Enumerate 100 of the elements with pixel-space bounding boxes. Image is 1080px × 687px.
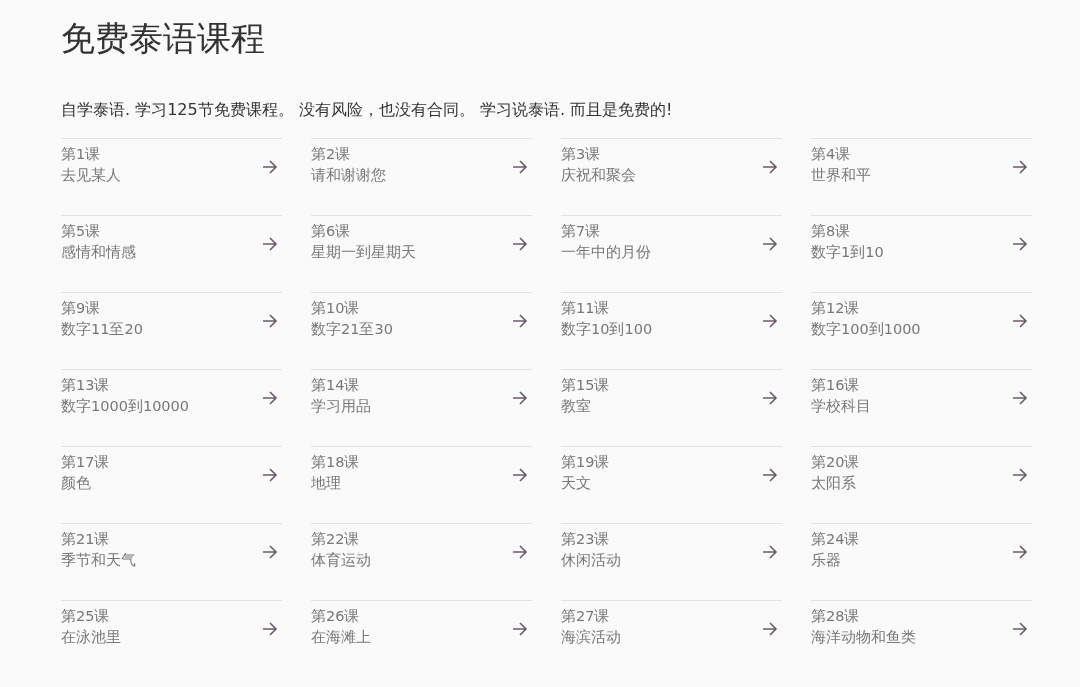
arrow-right-icon [512, 391, 528, 405]
lesson-topic: 庆祝和聚会 [561, 166, 636, 185]
lesson-link[interactable]: 第5课 感情和情感 [61, 215, 282, 292]
lesson-topic: 在海滩上 [311, 628, 371, 647]
lesson-link[interactable]: 第9课 数字11至20 [61, 292, 282, 369]
lesson-number: 第18课 [311, 453, 360, 472]
arrow-right-icon [762, 468, 778, 482]
lesson-link[interactable]: 第3课 庆祝和聚会 [561, 138, 782, 215]
lesson-link[interactable]: 第16课 学校科目 [811, 369, 1032, 446]
lesson-link[interactable]: 第20课 太阳系 [811, 446, 1032, 523]
lesson-number: 第14课 [311, 376, 361, 395]
lesson-link[interactable]: 第1课 去见某人 [61, 138, 282, 215]
lesson-topic: 海滨活动 [561, 628, 621, 647]
lesson-link[interactable]: 第2课 请和谢谢您 [311, 138, 532, 215]
lesson-topic: 学习用品 [311, 397, 371, 416]
lesson-topic: 体育运动 [311, 551, 371, 570]
lesson-link[interactable]: 第18课 地理 [311, 446, 532, 523]
arrow-right-icon [512, 622, 528, 636]
lesson-link[interactable]: 第11课 数字10到100 [561, 292, 782, 369]
arrow-right-icon [762, 622, 778, 636]
lesson-link[interactable]: 第25课 在泳池里 [61, 600, 282, 677]
lesson-number: 第21课 [61, 530, 111, 549]
arrow-right-icon [1012, 314, 1028, 328]
arrow-right-icon [1012, 468, 1028, 482]
lesson-topic: 数字11至20 [61, 320, 143, 339]
lesson-link[interactable]: 第19课 天文 [561, 446, 782, 523]
arrow-right-icon [512, 160, 528, 174]
arrow-right-icon [762, 391, 778, 405]
lesson-number: 第15课 [561, 376, 610, 395]
lesson-link[interactable]: 第21课 季节和天气 [61, 523, 282, 600]
lesson-number: 第20课 [811, 453, 860, 472]
lesson-number: 第25课 [61, 607, 111, 626]
lesson-link[interactable]: 第28课 海洋动物和鱼类 [811, 600, 1032, 677]
lesson-number: 第8课 [811, 222, 852, 241]
lesson-number: 第9课 [61, 299, 102, 318]
lesson-link[interactable]: 第7课 一年中的月份 [561, 215, 782, 292]
lesson-link[interactable]: 第27课 海滨活动 [561, 600, 782, 677]
lesson-link[interactable]: 第4课 世界和平 [811, 138, 1032, 215]
lesson-topic: 数字1到10 [811, 243, 884, 262]
lesson-link[interactable]: 第6课 星期一到星期天 [311, 215, 532, 292]
lesson-number: 第7课 [561, 222, 602, 241]
lesson-link[interactable]: 第17课 颜色 [61, 446, 282, 523]
lesson-topic: 学校科目 [811, 397, 871, 416]
lesson-number: 第1课 [61, 145, 102, 164]
page-title: 免费泰语课程 [61, 17, 266, 60]
lesson-number: 第13课 [61, 376, 111, 395]
arrow-right-icon [1012, 391, 1028, 405]
lesson-topic: 数字10到100 [561, 320, 653, 339]
lesson-number: 第5课 [61, 222, 102, 241]
lesson-topic: 太阳系 [811, 474, 857, 493]
lesson-link[interactable]: 第12课 数字100到1000 [811, 292, 1032, 369]
lesson-number: 第3课 [561, 145, 602, 164]
arrow-right-icon [262, 314, 278, 328]
arrow-right-icon [262, 237, 278, 251]
arrow-right-icon [262, 391, 278, 405]
lesson-number: 第28课 [811, 607, 861, 626]
lesson-topic: 感情和情感 [61, 243, 136, 262]
arrow-right-icon [262, 468, 278, 482]
lesson-link[interactable]: 第23课 休闲活动 [561, 523, 782, 600]
lesson-number: 第11课 [561, 299, 611, 318]
lesson-topic: 季节和天气 [61, 551, 136, 570]
lesson-number: 第24课 [811, 530, 860, 549]
lesson-number: 第22课 [311, 530, 361, 549]
lesson-topic: 地理 [311, 474, 342, 493]
arrow-right-icon [262, 622, 278, 636]
lesson-number: 第2课 [311, 145, 352, 164]
lesson-number: 第10课 [311, 299, 361, 318]
lesson-link[interactable]: 第26课 在海滩上 [311, 600, 532, 677]
lesson-topic: 一年中的月份 [561, 243, 651, 262]
lesson-topic: 星期一到星期天 [311, 243, 416, 262]
arrow-right-icon [762, 314, 778, 328]
arrow-right-icon [762, 545, 778, 559]
lesson-topic: 在泳池里 [61, 628, 121, 647]
lesson-topic: 数字1000到10000 [61, 397, 190, 416]
lesson-link[interactable]: 第22课 体育运动 [311, 523, 532, 600]
lesson-link[interactable]: 第8课 数字1到10 [811, 215, 1032, 292]
arrow-right-icon [1012, 160, 1028, 174]
lesson-topic: 颜色 [61, 474, 92, 493]
lesson-link[interactable]: 第13课 数字1000到10000 [61, 369, 282, 446]
lesson-number: 第6课 [311, 222, 352, 241]
lesson-link[interactable]: 第14课 学习用品 [311, 369, 532, 446]
lesson-topic: 去见某人 [61, 166, 121, 185]
lesson-number: 第12课 [811, 299, 861, 318]
arrow-right-icon [512, 468, 528, 482]
arrow-right-icon [262, 160, 278, 174]
lesson-topic: 海洋动物和鱼类 [811, 628, 916, 647]
lesson-link[interactable]: 第15课 教室 [561, 369, 782, 446]
lesson-topic: 乐器 [811, 551, 842, 570]
lesson-topic: 世界和平 [811, 166, 871, 185]
intro-text: 自学泰语. 学习125节免费课程。 没有风险，也没有合同。 学习说泰语. 而且是免费的! [61, 99, 674, 121]
arrow-right-icon [1012, 237, 1028, 251]
lesson-number: 第26课 [311, 607, 361, 626]
lesson-topic: 天文 [561, 474, 592, 493]
arrow-right-icon [1012, 545, 1028, 559]
lesson-link[interactable]: 第10课 数字21至30 [311, 292, 532, 369]
lesson-topic: 教室 [561, 397, 592, 416]
lesson-link[interactable]: 第24课 乐器 [811, 523, 1032, 600]
lesson-topic: 数字100到1000 [811, 320, 921, 339]
arrow-right-icon [762, 237, 778, 251]
lesson-number: 第19课 [561, 453, 610, 472]
